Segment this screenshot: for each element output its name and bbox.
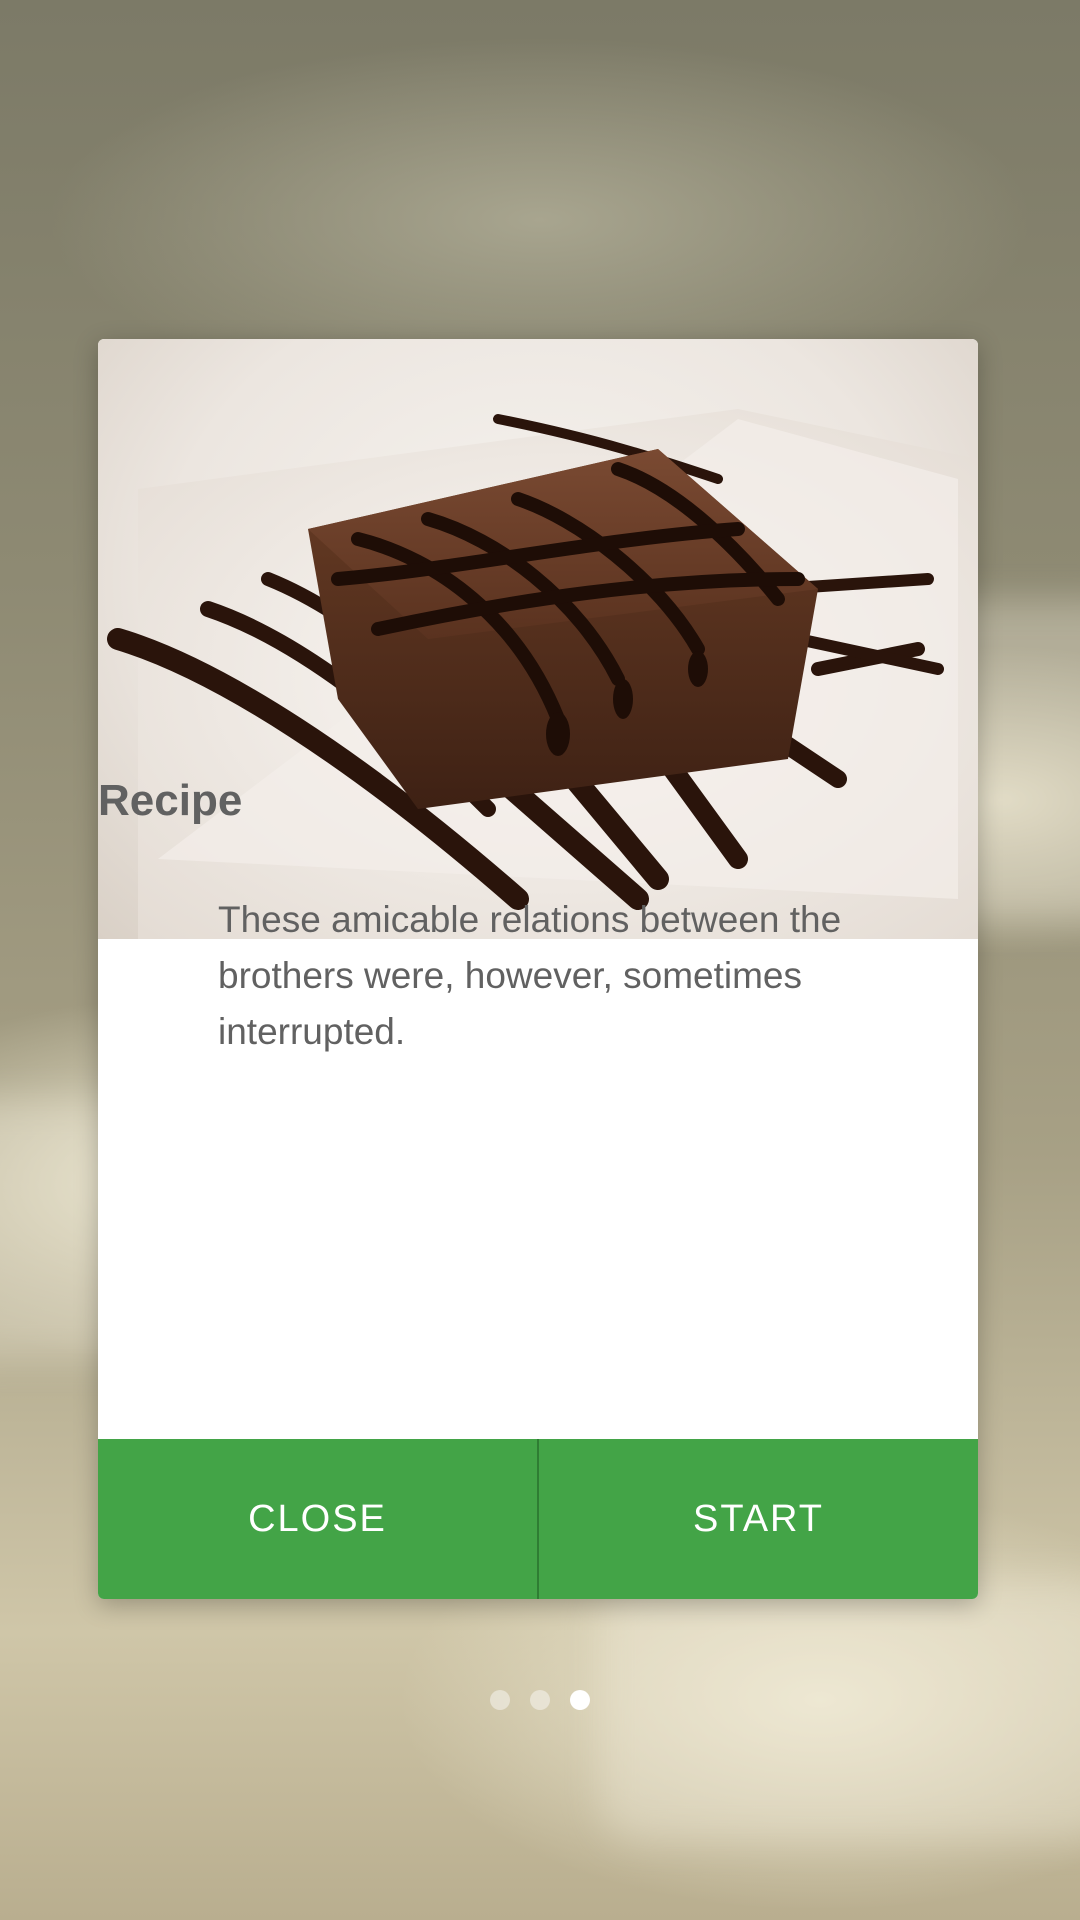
background-blur-shape: [600, 1580, 1080, 1840]
onboarding-screen: Recipe These amicable relations between …: [0, 0, 1080, 1920]
dialog-description: These amicable relations between the bro…: [218, 899, 842, 1052]
dialog-actions: CLOSE START: [98, 1439, 978, 1599]
brownie-image: [98, 339, 978, 939]
recipe-dialog-card: Recipe These amicable relations between …: [98, 339, 978, 1599]
page-indicator: [0, 1690, 1080, 1710]
close-button[interactable]: CLOSE: [98, 1439, 537, 1599]
page-dot-active[interactable]: [570, 1690, 590, 1710]
dialog-title: Recipe: [98, 776, 243, 825]
page-dot[interactable]: [530, 1690, 550, 1710]
start-button[interactable]: START: [537, 1439, 978, 1599]
brownie-illustration: [107, 409, 978, 939]
page-dot[interactable]: [490, 1690, 510, 1710]
